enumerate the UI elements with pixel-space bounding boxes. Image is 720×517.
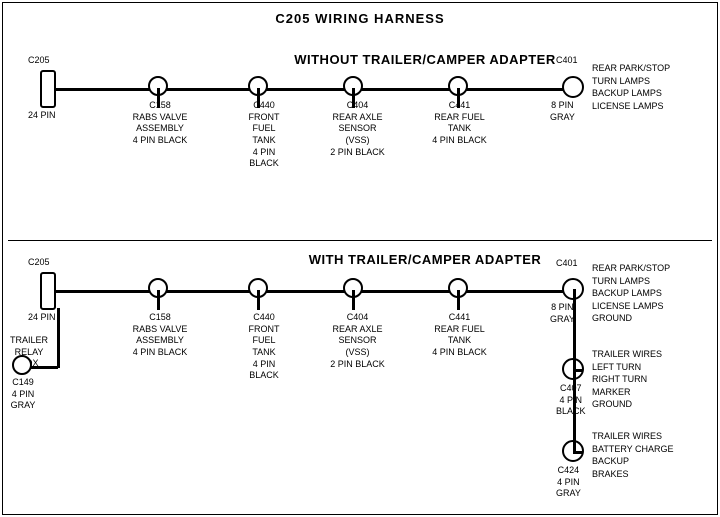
section2-right-label-3: TRAILER WIRESBATTERY CHARGEBACKUPBRAKES — [592, 430, 674, 480]
c205-connector-2 — [40, 272, 56, 310]
c401-connector-1 — [562, 76, 584, 98]
section2-right-label-2: TRAILER WIRESLEFT TURNRIGHT TURNMARKERGR… — [592, 348, 662, 411]
c404-label-1: C404REAR AXLESENSOR(VSS)2 PIN BLACK — [330, 100, 385, 158]
c158-label-2: C158RABS VALVEASSEMBLY4 PIN BLACK — [130, 312, 190, 359]
diagram: C205 WIRING HARNESS WITHOUT TRAILER/CAMP… — [0, 0, 720, 517]
c401-pin-label-1: 8 PINGRAY — [550, 100, 575, 123]
relay-vline-down — [57, 308, 60, 368]
c401-label-1: C401 — [556, 55, 578, 67]
c407-label: C4074 PINBLACK — [556, 383, 586, 418]
c440-label-2: C440FRONT FUELTANK4 PIN BLACK — [238, 312, 290, 382]
section2-main-line — [55, 290, 575, 293]
c205-label-1: C205 — [28, 55, 50, 67]
c441-vline-2 — [457, 290, 460, 310]
c149-label: C1494 PIN GRAY — [8, 377, 38, 412]
section1-right-labels: REAR PARK/STOPTURN LAMPSBACKUP LAMPSLICE… — [592, 62, 670, 112]
c404-vline-2 — [352, 290, 355, 310]
c440-vline-2 — [257, 290, 260, 310]
c407-hline — [573, 369, 583, 372]
c149-connector — [12, 355, 32, 375]
c440-label-1: C440FRONT FUELTANK4 PIN BLACK — [238, 100, 290, 170]
c424-hline — [573, 451, 583, 454]
c401-pin-label-2: 8 PINGRAY — [550, 302, 575, 325]
c424-label: C4244 PINGRAY — [556, 465, 581, 500]
c404-label-2: C404REAR AXLESENSOR(VSS)2 PIN BLACK — [330, 312, 385, 370]
section1-main-line — [55, 88, 575, 91]
section2-right-label-1: REAR PARK/STOPTURN LAMPSBACKUP LAMPSLICE… — [592, 262, 670, 325]
c158-label-1: C158RABS VALVEASSEMBLY4 PIN BLACK — [130, 100, 190, 147]
c205-pin-label-2: 24 PIN — [28, 312, 56, 324]
c205-label-2: C205 — [28, 257, 50, 269]
c441-label-1: C441REAR FUELTANK4 PIN BLACK — [432, 100, 487, 147]
c158-vline-2 — [157, 290, 160, 310]
c441-label-2: C441REAR FUELTANK4 PIN BLACK — [432, 312, 487, 359]
section-divider — [8, 240, 712, 241]
c401-label-2: C401 — [556, 258, 578, 270]
c205-connector-1 — [40, 70, 56, 108]
c205-pin-label-1: 24 PIN — [28, 110, 56, 122]
